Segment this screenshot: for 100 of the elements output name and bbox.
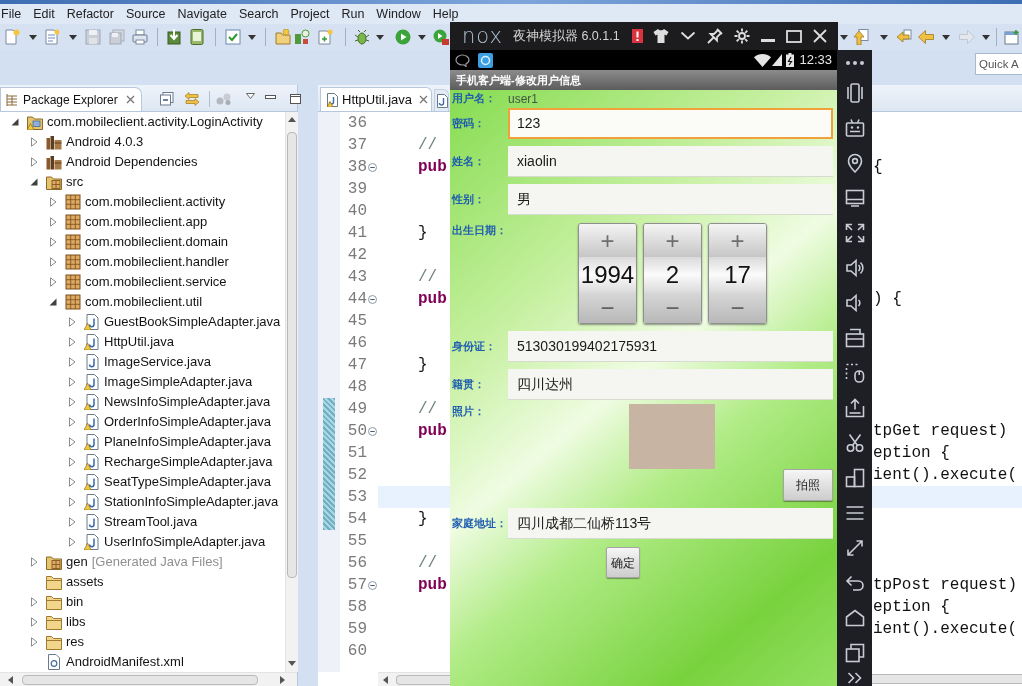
horizontal-scrollbar[interactable]	[0, 672, 297, 686]
collapsed-arrow-icon[interactable]	[67, 317, 77, 327]
collapsed-arrow-icon[interactable]	[67, 497, 77, 507]
caret-icon[interactable]	[880, 34, 888, 40]
text-field[interactable]: 513030199402175931	[508, 331, 833, 362]
bug-icon[interactable]	[354, 29, 370, 45]
tree-item[interactable]: com.mobileclient.activity	[85, 192, 226, 212]
tree-item[interactable]: com.mobileclient.handler	[85, 252, 229, 272]
fold-icon[interactable]	[368, 426, 377, 436]
collapsed-arrow-icon[interactable]	[67, 357, 77, 367]
upload-box-icon[interactable]	[844, 397, 865, 418]
tree-item[interactable]: com.mobileclient.domain	[85, 232, 229, 252]
blocks-icon[interactable]	[844, 467, 865, 488]
collapsed-arrow-icon[interactable]	[67, 397, 77, 407]
collapsed-arrow-icon[interactable]	[67, 517, 77, 527]
minimize-icon[interactable]	[264, 95, 276, 99]
left-arrow-page-icon[interactable]	[896, 29, 912, 45]
tree-item[interactable]: Android Dependencies	[66, 152, 198, 172]
phone-icon[interactable]	[844, 82, 865, 103]
decrement-button[interactable]: −	[579, 292, 636, 323]
tree-item[interactable]: StationInfoSimpleAdapter.java	[104, 492, 279, 512]
tree-item[interactable]: assets	[66, 572, 104, 592]
collapsed-arrow-icon[interactable]	[29, 597, 39, 607]
tree-item[interactable]: UserInfoSimpleAdapter.java	[104, 532, 266, 552]
increment-button[interactable]: +	[579, 224, 636, 257]
recent-apps-icon[interactable]	[844, 642, 865, 663]
collapsed-arrow-icon[interactable]	[29, 617, 39, 627]
tree-item[interactable]: com.mobileclient.app	[85, 212, 208, 232]
collapsed-arrow-icon[interactable]	[48, 237, 58, 247]
caret-icon[interactable]	[376, 34, 384, 40]
folder-star-icon[interactable]	[275, 29, 291, 45]
menu-item[interactable]: Help	[432, 5, 459, 23]
collapsed-arrow-icon[interactable]	[48, 257, 58, 267]
tablet-icon[interactable]	[189, 29, 205, 45]
tree-item[interactable]: PlaneInfoSimpleAdapter.java	[104, 432, 271, 452]
tree-item[interactable]: ImageSimpleAdapter.java	[104, 372, 253, 392]
swap-arrows-icon[interactable]	[183, 92, 200, 106]
caret-icon[interactable]	[942, 34, 950, 40]
tree-item[interactable]: RechargeSimpleAdapter.java	[104, 452, 273, 472]
left-arrow-icon[interactable]	[8, 675, 13, 684]
editor-tab[interactable]	[434, 89, 449, 111]
menu-item[interactable]: Navigate	[177, 5, 227, 23]
scrollbar-thumb[interactable]	[396, 674, 450, 685]
chevrons-icon[interactable]	[846, 672, 863, 684]
take-photo-button[interactable]: 拍照	[783, 469, 833, 501]
text-field[interactable]: 男	[508, 184, 833, 215]
view-menu-icon[interactable]	[245, 93, 255, 99]
toolbox-icon[interactable]	[844, 327, 865, 348]
collapsed-arrow-icon[interactable]	[67, 537, 77, 547]
menu-item[interactable]: Edit	[33, 5, 55, 23]
fold-icon[interactable]	[368, 580, 377, 590]
collapsed-arrow-icon[interactable]	[67, 457, 77, 467]
tree-item[interactable]: StreamTool.java	[104, 512, 198, 532]
menu-item[interactable]: Source	[125, 5, 166, 23]
shirt-icon[interactable]	[653, 28, 669, 44]
tree-item[interactable]: SeatTypeSimpleAdapter.java	[104, 472, 271, 492]
speaker-loud-icon[interactable]	[844, 257, 865, 278]
tree-item[interactable]: AndroidManifest.xml	[66, 652, 184, 672]
tree-item[interactable]: com.mobileclient.util	[85, 292, 203, 312]
fold-icon[interactable]	[368, 294, 377, 304]
menu-item[interactable]: Search	[238, 5, 279, 23]
tree-item[interactable]: GuestBookSimpleAdapter.java	[104, 312, 281, 332]
scissors-icon[interactable]	[844, 432, 865, 453]
down-arrow-icon[interactable]	[288, 661, 296, 666]
chevron-down-icon[interactable]	[680, 31, 696, 41]
collapsed-arrow-icon[interactable]	[67, 437, 77, 447]
tree-item[interactable]: OrderInfoSimpleAdapter.java	[104, 412, 271, 432]
page-star-icon[interactable]	[4, 29, 20, 45]
checkbox-icon[interactable]	[225, 29, 241, 45]
menu-item[interactable]: Run	[341, 5, 365, 23]
tree-item[interactable]: com.mobileclient.service	[85, 272, 227, 292]
tree-item[interactable]: Android 4.0.3	[66, 132, 144, 152]
minimize-icon[interactable]	[761, 38, 775, 42]
page-plus-icon[interactable]	[317, 29, 333, 45]
scrollbar-thumb[interactable]	[22, 674, 258, 685]
collapsed-arrow-icon[interactable]	[67, 477, 77, 487]
text-field[interactable]: 四川成都二仙桥113号	[508, 508, 833, 539]
left-arrow-icon[interactable]	[383, 675, 388, 684]
collapsed-arrow-icon[interactable]	[48, 197, 58, 207]
decrement-button[interactable]: −	[644, 292, 701, 323]
menu-item[interactable]: Project	[290, 5, 330, 23]
more-dots-icon[interactable]	[845, 60, 864, 65]
horizontal-scrollbar[interactable]	[378, 672, 450, 686]
view-tab[interactable]: Package Explorer	[0, 87, 142, 111]
pin-icon[interactable]	[707, 28, 723, 44]
screen-icon[interactable]	[844, 187, 865, 208]
text-field[interactable]: 123	[508, 108, 833, 139]
printer-icon[interactable]	[132, 29, 148, 45]
tree-item[interactable]: bin	[66, 592, 84, 612]
menu-item[interactable]: File	[1, 5, 22, 23]
page-up-arrow-icon[interactable]	[853, 29, 869, 45]
collapsed-arrow-icon[interactable]	[29, 137, 39, 147]
tree-item[interactable]: src	[66, 172, 84, 192]
expanded-arrow-icon[interactable]	[48, 297, 58, 307]
up-arrow-icon[interactable]	[288, 117, 296, 122]
shapes-icon[interactable]	[294, 29, 310, 45]
menu-item[interactable]: Window	[376, 5, 421, 23]
confirm-button[interactable]: 确定	[606, 547, 640, 578]
play-icon[interactable]	[395, 29, 411, 45]
scrollbar-thumb[interactable]	[287, 132, 297, 578]
